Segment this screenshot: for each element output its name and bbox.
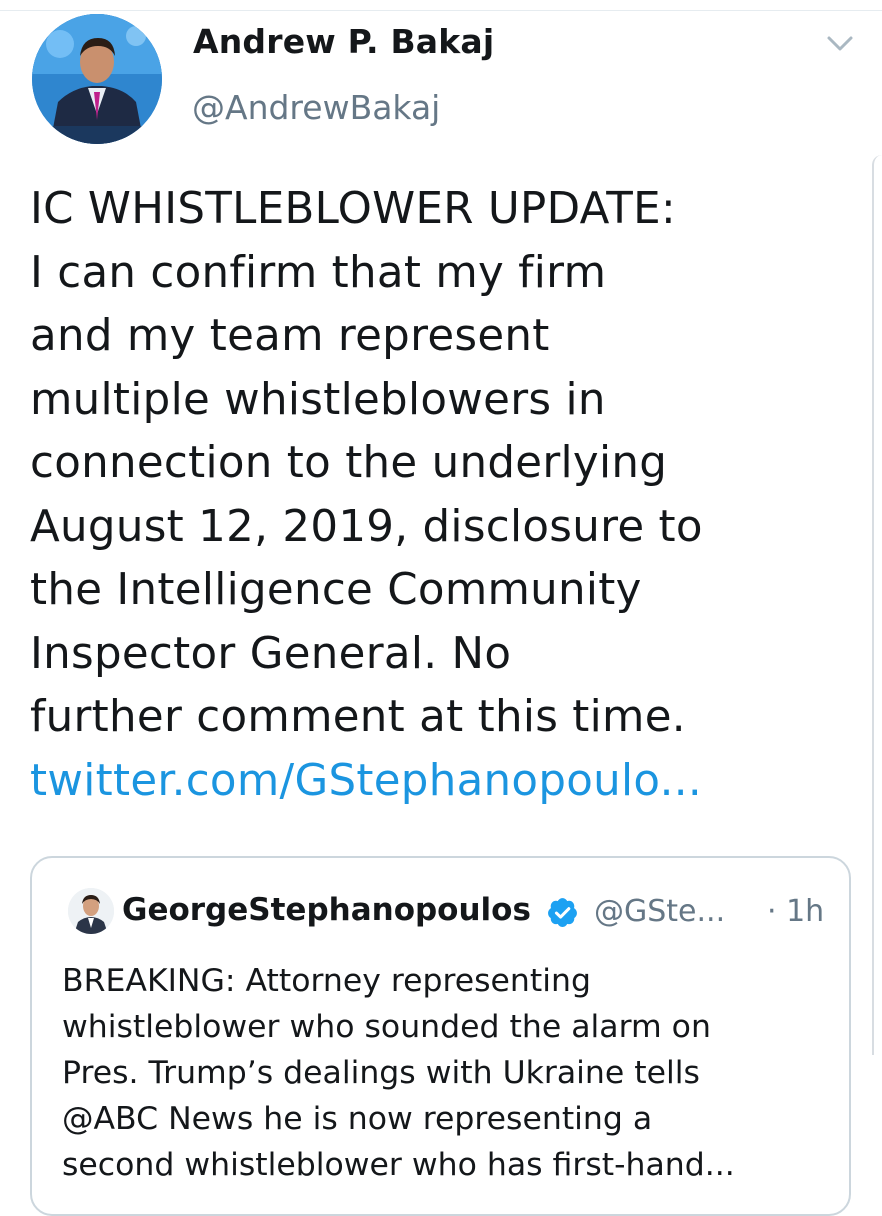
quoted-text-line: BREAKING: Attorney representing <box>62 963 591 999</box>
quoted-text-line: whistleblower who sounded the alarm on <box>62 1009 711 1045</box>
quoted-author-name[interactable]: GeorgeStephanopoulos <box>122 892 531 928</box>
quoted-text-line: second whistleblower who has first-hand.… <box>62 1147 735 1183</box>
quoted-timestamp[interactable]: · 1h <box>767 894 824 929</box>
author-avatar[interactable] <box>32 14 162 144</box>
tweet-text-line: Inspector General. No <box>30 628 512 679</box>
top-divider <box>0 10 882 11</box>
tweet-text-line: IC WHISTLEBLOWER UPDATE: <box>30 184 676 234</box>
tweet-text-line: August 12, 2019, disclosure to <box>30 501 703 552</box>
author-name[interactable]: Andrew P. Bakaj <box>193 22 494 61</box>
adjacent-card-edge <box>872 155 882 1055</box>
tweet-text-line: connection to the underlying <box>30 438 668 488</box>
quoted-tweet-text: BREAKING: Attorney representing whistleb… <box>62 958 842 1188</box>
chevron-down-icon[interactable] <box>820 28 860 60</box>
quoted-author-avatar[interactable] <box>68 888 114 934</box>
author-handle[interactable]: @AndrewBakaj <box>192 88 440 127</box>
quoted-tweet-card[interactable]: GeorgeStephanopoulos @GSte... · 1h BREAK… <box>30 856 851 1216</box>
quoted-text-line: Pres. Trump’s dealings with Ukraine tell… <box>62 1055 700 1091</box>
tweet-link[interactable]: twitter.com/GStephanopoulo... <box>30 750 860 814</box>
tweet-text: IC WHISTLEBLOWER UPDATE: I can confirm t… <box>30 178 860 813</box>
tweet-text-line: and my team represent <box>30 311 550 361</box>
tweet-text-line: multiple whistleblowers in <box>30 374 606 425</box>
avatar-photo <box>32 14 162 144</box>
quoted-author-handle[interactable]: @GSte... <box>594 894 725 929</box>
quoted-avatar-photo <box>68 888 114 934</box>
tweet-text-line: I can confirm that my firm <box>30 247 607 298</box>
tweet-text-line: further comment at this time. <box>30 692 686 742</box>
verified-badge-icon <box>546 896 579 929</box>
tweet-text-line: the Intelligence Community <box>30 565 642 615</box>
quoted-text-line: @ABC News he is now representing a <box>62 1101 653 1137</box>
